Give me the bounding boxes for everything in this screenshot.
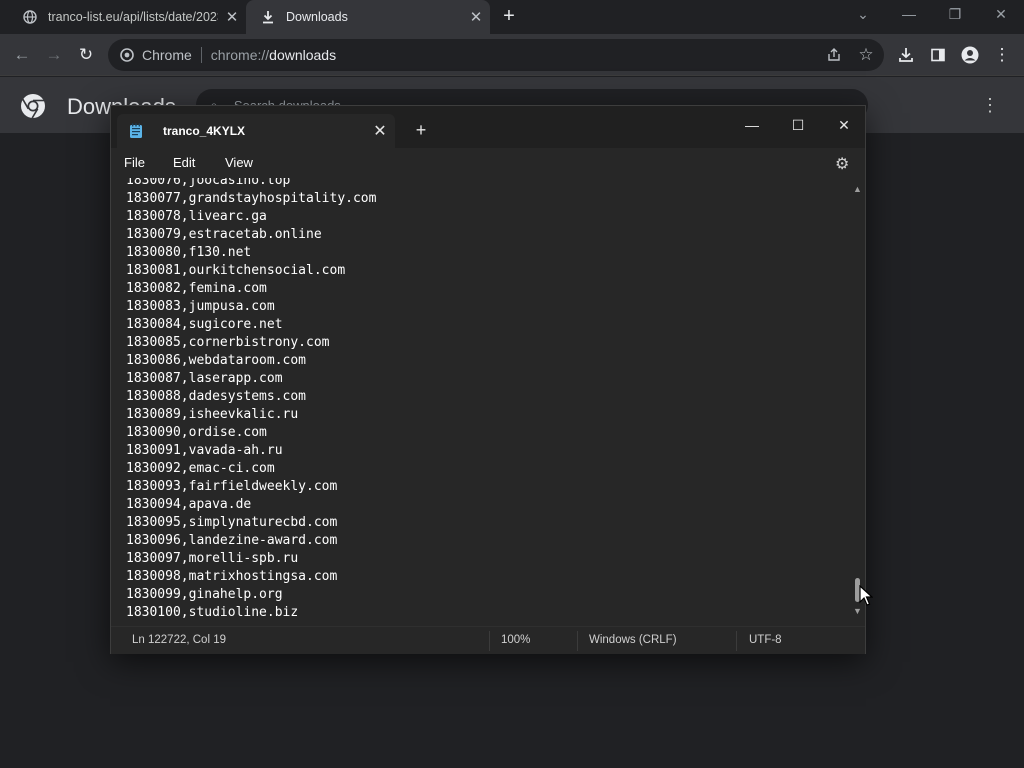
side-panel-icon[interactable] (926, 43, 950, 67)
notepad-titlebar: tranco_4KYLX ✕ + — ☐ ✕ (111, 106, 865, 148)
close-tab-icon[interactable]: ✕ (462, 8, 490, 26)
close-window-icon[interactable]: ✕ (978, 4, 1024, 26)
editor-line: 1830083,jumpusa.com (126, 299, 275, 314)
editor-line: 1830076,joocasino.top (126, 178, 291, 188)
divider (736, 631, 737, 651)
editor-line: 1830081,ourkitchensocial.com (126, 263, 346, 278)
notepad-window: tranco_4KYLX ✕ + — ☐ ✕ File Edit View ⚙ … (110, 105, 866, 654)
menu-file[interactable]: File (124, 155, 145, 170)
bookmark-star-icon[interactable]: ☆ (854, 43, 878, 67)
editor-line: 1830098,matrixhostingsa.com (126, 569, 338, 584)
browser-toolbar: ← → ↻ Chrome chrome://downloads ☆ ⋮ (0, 34, 1024, 76)
editor-line: 1830085,cornerbistrony.com (126, 335, 330, 350)
editor-content: 1830076,joocasino.top 1830077,grandstayho… (126, 178, 376, 622)
tab-title: Downloads (286, 10, 348, 24)
menu-view[interactable]: View (225, 155, 253, 170)
minimize-icon[interactable]: — (886, 4, 932, 26)
editor-line: 1830099,ginahelp.org (126, 587, 283, 602)
editor-line: 1830078,livearc.ga (126, 209, 267, 224)
editor-line: 1830089,isheevkalic.ru (126, 407, 299, 422)
restore-icon[interactable]: ❐ (932, 4, 978, 26)
url-text: chrome://downloads (210, 47, 337, 63)
text-editor[interactable]: 1830076,joocasino.top 1830077,grandstayho… (111, 178, 865, 623)
editor-line: 1830093,fairfieldweekly.com (126, 479, 338, 494)
downloads-icon[interactable] (894, 43, 918, 67)
editor-line: 1830090,ordise.com (126, 425, 267, 440)
status-bar: Ln 122722, Col 19 100% Windows (CRLF) UT… (111, 626, 865, 654)
notepad-icon (130, 123, 142, 138)
divider (489, 631, 490, 651)
editor-line: 1830077,grandstayhospitality.com (126, 191, 377, 206)
maximize-icon[interactable]: ☐ (775, 112, 821, 138)
scroll-up-arrow-icon[interactable]: ▲ (853, 184, 862, 194)
chrome-logo-icon (120, 48, 134, 62)
browser-tabstrip: tranco-list.eu/api/lists/date/2023 ✕ Dow… (0, 0, 1024, 34)
divider (577, 631, 578, 651)
close-tab-icon[interactable]: ✕ (365, 121, 395, 141)
editor-line: 1830079,estracetab.online (126, 227, 322, 242)
tab-title: tranco-list.eu/api/lists/date/2023 (48, 10, 218, 24)
editor-line: 1830100,studioline.biz (126, 605, 299, 620)
editor-line: 1830080,f130.net (126, 245, 252, 260)
downloads-menu-kebab-icon[interactable]: ⋮ (980, 95, 1000, 116)
editor-line: 1830094,apava.de (126, 497, 252, 512)
zoom-level: 100% (501, 634, 531, 646)
encoding: UTF-8 (749, 634, 782, 646)
forward-arrow-icon[interactable]: → (42, 43, 66, 67)
globe-icon (22, 9, 38, 25)
editor-line: 1830086,webdataroom.com (126, 353, 307, 368)
chrome-logo-icon (20, 93, 46, 124)
notepad-menubar: File Edit View ⚙ (111, 148, 865, 178)
close-tab-icon[interactable]: ✕ (218, 8, 246, 26)
editor-line: 1830096,landezine-award.com (126, 533, 338, 548)
line-ending: Windows (CRLF) (589, 634, 677, 646)
notepad-tab-title: tranco_4KYLX (163, 124, 246, 138)
settings-gear-icon[interactable]: ⚙ (835, 154, 849, 174)
reload-icon[interactable]: ↻ (74, 43, 98, 67)
minimize-icon[interactable]: — (729, 112, 775, 138)
divider (200, 47, 202, 63)
back-arrow-icon[interactable]: ← (10, 43, 34, 67)
editor-line: 1830091,vavada-ah.ru (126, 443, 283, 458)
share-icon[interactable] (822, 43, 846, 67)
close-window-icon[interactable]: ✕ (821, 112, 867, 138)
cursor-position: Ln 122722, Col 19 (132, 634, 226, 646)
profile-avatar-icon[interactable] (958, 43, 982, 67)
browser-tab-tranco[interactable]: tranco-list.eu/api/lists/date/2023 ✕ (8, 0, 246, 34)
tab-search-chevron-icon[interactable]: ⌄ (840, 4, 886, 26)
download-icon (260, 9, 276, 25)
editor-line: 1830084,sugicore.net (126, 317, 283, 332)
vertical-scrollbar[interactable]: ▲ ▼ (851, 178, 865, 623)
editor-line: 1830087,laserapp.com (126, 371, 283, 386)
new-tab-button[interactable]: + (498, 6, 520, 28)
address-bar[interactable]: Chrome chrome://downloads ☆ (108, 39, 884, 71)
editor-line: 1830082,femina.com (126, 281, 267, 296)
chrome-chip-label: Chrome (142, 47, 192, 63)
mouse-pointer-icon (859, 584, 874, 612)
chrome-chip[interactable]: Chrome (120, 47, 192, 63)
editor-line: 1830088,dadesystems.com (126, 389, 307, 404)
browser-menu-kebab-icon[interactable]: ⋮ (990, 43, 1014, 67)
notepad-tab[interactable]: tranco_4KYLX ✕ (117, 114, 395, 148)
menu-edit[interactable]: Edit (173, 155, 195, 170)
editor-line: 1830092,emac-ci.com (126, 461, 275, 476)
editor-line: 1830095,simplynaturecbd.com (126, 515, 338, 530)
editor-line: 1830097,morelli-spb.ru (126, 551, 299, 566)
browser-tab-downloads[interactable]: Downloads ✕ (246, 0, 490, 34)
new-tab-button[interactable]: + (411, 120, 431, 141)
